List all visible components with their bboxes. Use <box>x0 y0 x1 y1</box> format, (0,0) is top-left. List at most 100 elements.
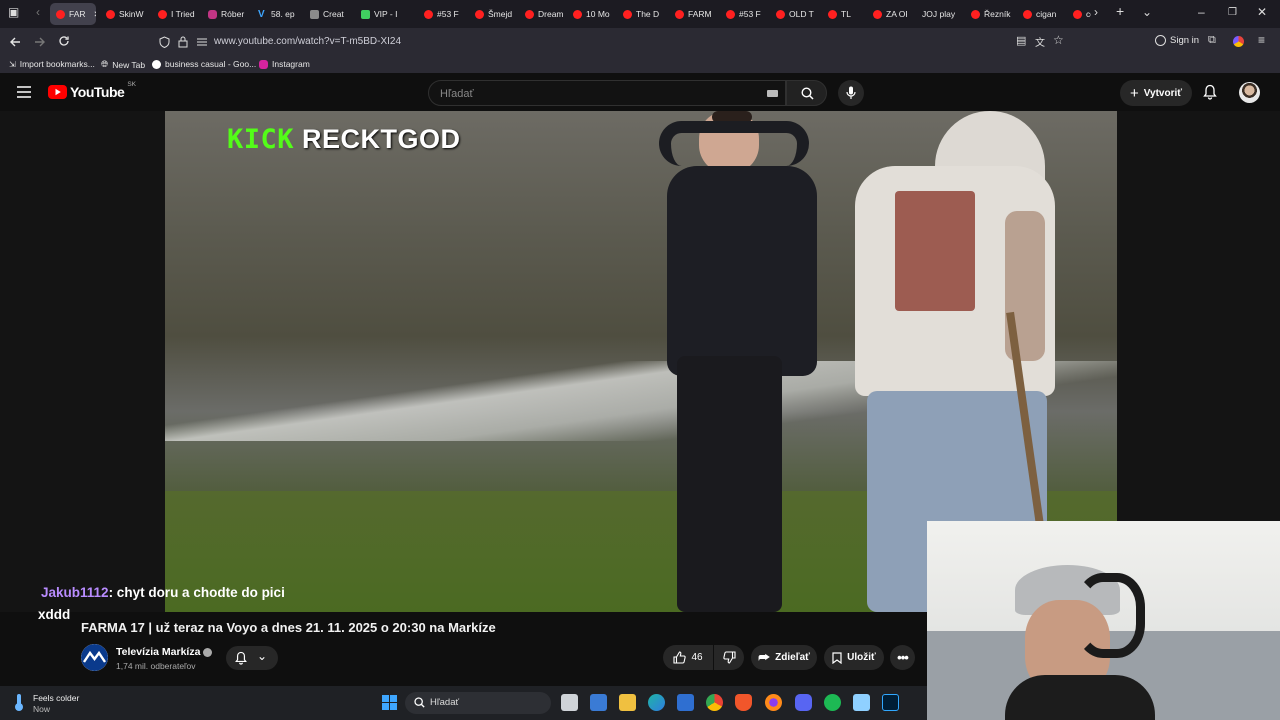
menu-icon[interactable]: ≡ <box>1258 33 1265 47</box>
browser-tab[interactable]: FAR ✕ <box>50 3 96 25</box>
hamburger-menu-icon[interactable] <box>17 86 31 98</box>
extensions-icon[interactable]: ⧉ <box>1208 34 1216 47</box>
tab-label: VIP - I <box>374 9 398 19</box>
thermometer-icon[interactable] <box>12 694 26 712</box>
avatar[interactable] <box>1239 82 1260 103</box>
chevron-down-icon[interactable]: ⌄ <box>1142 5 1152 19</box>
youtube-icon <box>1023 9 1032 19</box>
url-text[interactable]: www.youtube.com/watch?v=T-m5BD-XI24 <box>214 36 401 47</box>
microsoft-store-icon[interactable] <box>590 694 607 711</box>
bookmark-instagram[interactable]: Instagram <box>259 59 310 69</box>
scroll-tabs-right-icon[interactable]: › <box>1094 5 1098 19</box>
tab-label: cigan <box>1036 9 1057 19</box>
browser-tab[interactable]: SkinW <box>100 3 146 25</box>
browser-tab[interactable]: The D <box>617 3 663 25</box>
shield-icon[interactable] <box>159 36 170 48</box>
dislike-button[interactable] <box>714 645 744 670</box>
voice-search-button[interactable] <box>838 80 864 106</box>
back-icon[interactable] <box>9 36 21 48</box>
search-placeholder: Hľadať <box>440 88 474 100</box>
channel-name[interactable]: Televízia Markíza <box>116 646 213 658</box>
photoshop-icon[interactable] <box>882 694 899 711</box>
browser-tab[interactable]: Creat <box>304 3 348 25</box>
video-title: FARMA 17 | už teraz na Voyo a dnes 21. 1… <box>81 620 496 635</box>
browser-tab[interactable]: VIP - I <box>355 3 411 25</box>
browser-tab[interactable]: FARM <box>669 3 714 25</box>
tab-label: #53 F <box>739 9 761 19</box>
browser-tab[interactable]: Róber <box>202 3 246 25</box>
keyboard-icon[interactable] <box>767 90 778 97</box>
forward-icon[interactable] <box>34 36 46 48</box>
bookmark-business-casual[interactable]: business casual - Goo... <box>152 59 256 69</box>
tab-label: SkinW <box>119 9 144 19</box>
minimize-icon[interactable]: – <box>1198 5 1205 19</box>
search-button[interactable] <box>786 80 827 106</box>
scroll-tabs-left-icon[interactable]: ‹ <box>36 5 40 19</box>
notepad-icon[interactable] <box>853 694 870 711</box>
verified-icon <box>203 647 213 657</box>
restore-icon[interactable]: ❐ <box>1228 7 1237 18</box>
weather-widget[interactable]: Feels colder Now <box>33 693 79 715</box>
like-button[interactable]: 46 <box>663 645 713 670</box>
lock-icon[interactable] <box>178 36 188 48</box>
sign-in-button[interactable]: Sign in <box>1155 35 1199 46</box>
windows-start-icon[interactable] <box>382 695 397 710</box>
channel-name-text: Televízia Markíza <box>116 646 201 658</box>
browser-tab[interactable]: ZA OF <box>867 3 907 25</box>
browser-tab[interactable]: JOJ play <box>912 3 960 25</box>
browser-tab[interactable]: V 58. ep <box>252 3 298 25</box>
permissions-icon[interactable] <box>196 37 208 47</box>
tab-list-icon[interactable]: ▣ <box>8 5 19 19</box>
taskbar-search-input[interactable]: Hľadať <box>405 692 551 714</box>
video-letterbox-right <box>1117 111 1280 521</box>
color-extension-icon[interactable] <box>1233 36 1244 47</box>
browser-tab[interactable]: #53 F <box>720 3 764 25</box>
photos-icon[interactable] <box>677 694 694 711</box>
bookmark-new-tab[interactable]: 🌐︎ New Tab <box>101 59 145 70</box>
firefox-icon[interactable] <box>765 694 782 711</box>
tab-label: JOJ play <box>922 9 956 19</box>
more-actions-button[interactable]: ••• <box>890 645 915 670</box>
brave-icon[interactable] <box>735 694 752 711</box>
spotify-icon[interactable] <box>824 694 841 711</box>
share-button[interactable]: ⮫ Zdieľať <box>751 645 817 670</box>
task-view-icon[interactable] <box>561 694 578 711</box>
subscription-bell-button[interactable]: ⌄ <box>226 646 278 670</box>
search-input[interactable]: Hľadať <box>428 80 786 106</box>
edge-icon[interactable] <box>648 694 665 711</box>
discord-icon[interactable] <box>795 694 812 711</box>
close-window-icon[interactable]: ✕ <box>1257 5 1267 19</box>
browser-tab[interactable]: Šmejd <box>469 3 513 25</box>
channel-avatar[interactable] <box>81 644 108 671</box>
kick-watermark: KICK RECKTGOD <box>227 124 461 155</box>
new-tab-icon[interactable]: + <box>1116 3 1124 19</box>
close-tab-icon[interactable]: ✕ <box>94 9 96 20</box>
bookmark-import[interactable]: ⇲ Import bookmarks... <box>9 59 95 69</box>
browser-tab[interactable]: 10 Mo <box>567 3 611 25</box>
browser-tab[interactable]: OLD T <box>770 3 816 25</box>
youtube-region-label: SK <box>127 81 136 88</box>
youtube-icon <box>1073 9 1082 19</box>
bookmark-star-icon[interactable]: ☆ <box>1053 33 1064 47</box>
reader-view-icon[interactable]: ▤ <box>1016 34 1026 47</box>
create-button[interactable]: + Vytvoriť <box>1120 80 1192 106</box>
notifications-bell-icon[interactable] <box>1203 84 1217 100</box>
browser-tab[interactable]: #53 F <box>418 3 464 25</box>
browser-tab[interactable]: I Tried <box>152 3 196 25</box>
browser-tab[interactable]: Řezník <box>965 3 1011 25</box>
browser-tab[interactable]: TL <box>822 3 862 25</box>
import-icon: ⇲ <box>9 59 16 69</box>
translate-icon[interactable]: 文 <box>1035 34 1045 49</box>
browser-tab[interactable]: cigan <box>1017 3 1061 25</box>
file-explorer-icon[interactable] <box>619 694 636 711</box>
chrome-icon[interactable] <box>706 694 723 711</box>
tab-label: OLD T <box>789 9 814 19</box>
youtube-icon <box>776 9 785 19</box>
save-button[interactable]: Uložiť <box>824 645 884 670</box>
reload-icon[interactable] <box>58 35 70 47</box>
youtube-header: YouTube SK Hľadať + Vytvoriť <box>0 73 1280 111</box>
address-bar[interactable]: www.youtube.com/watch?v=T-m5BD-XI24 ▤ 文 … <box>150 30 1070 53</box>
browser-tab[interactable]: Dream <box>519 3 563 25</box>
browser-tab[interactable]: co <box>1067 3 1091 25</box>
youtube-logo[interactable]: YouTube SK <box>48 81 136 100</box>
